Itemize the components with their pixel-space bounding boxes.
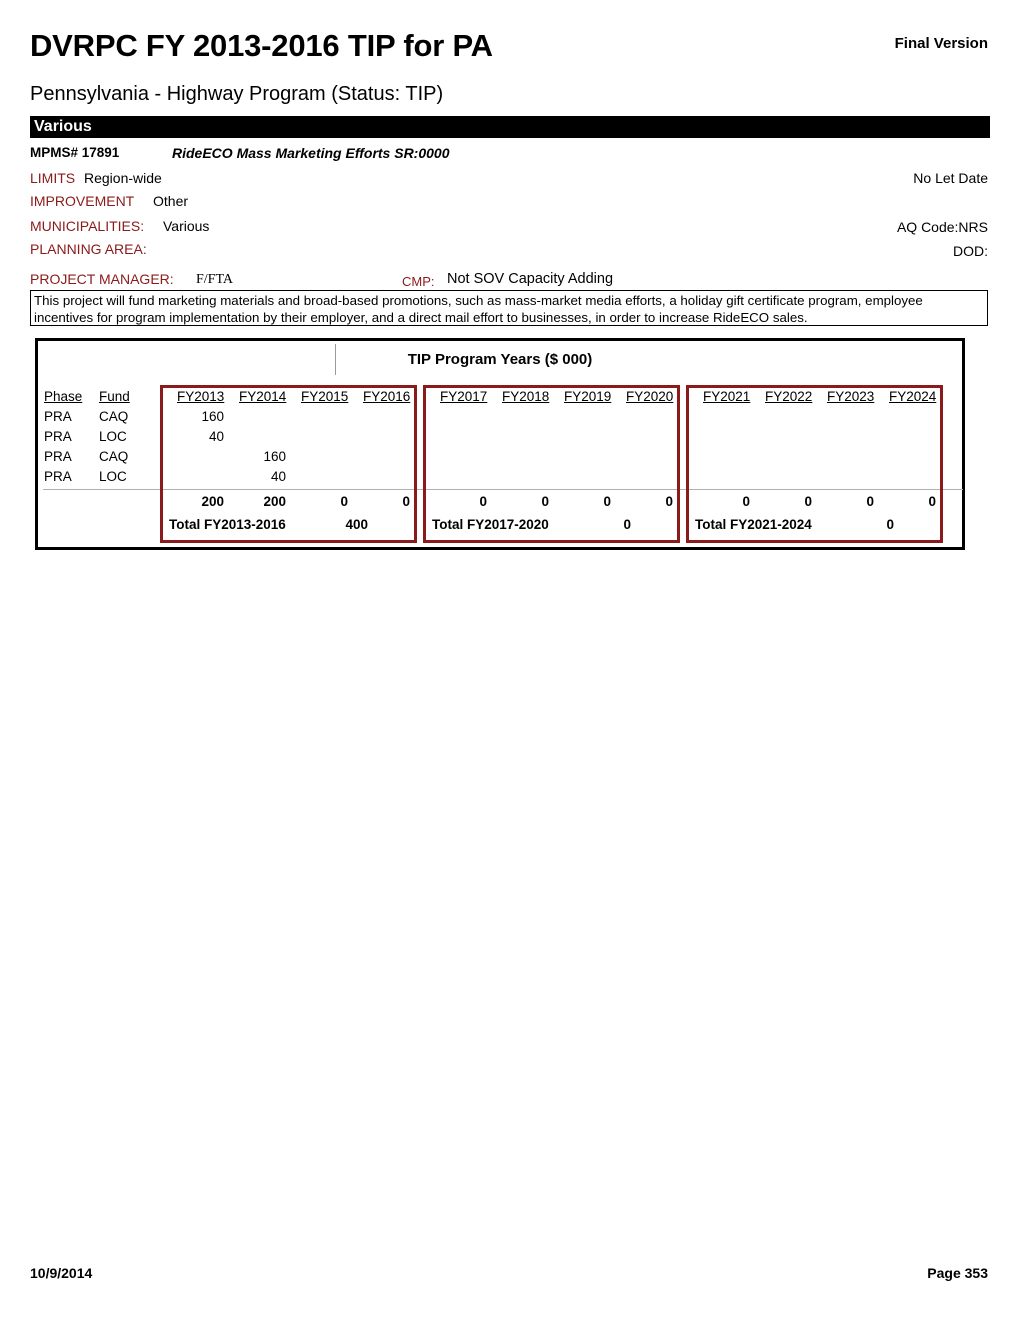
year-header: FY2013 [177,389,225,404]
footer-date: 10/9/2014 [30,1265,93,1281]
tip-program-years-table: TIP Program Years ($ 000) Phase Fund PRA… [35,338,965,550]
year-header: FY2023 [827,389,875,404]
year-header: FY2018 [502,389,550,404]
project-manager-label: PROJECT MANAGER: [30,271,174,287]
year-header: FY2017 [440,389,488,404]
table-row-phase: PRA [44,449,72,464]
table-row-fund: LOC [99,429,127,444]
year-total: 0 [541,494,549,509]
year-total: 0 [402,494,410,509]
mpms-number: MPMS# 17891 [30,145,120,160]
year-total: 0 [928,494,936,509]
year-total: 0 [603,494,611,509]
group-total-value: 0 [886,517,894,532]
table-row-fund: CAQ [99,449,129,464]
footer-page-number: Page 353 [927,1265,988,1281]
section-header-label: Various [34,118,92,135]
planning-area-label: PLANNING AREA: [30,241,147,257]
year-header: FY2014 [239,389,287,404]
version-label: Final Version [894,35,988,52]
year-header: FY2020 [626,389,674,404]
year-header: FY2016 [363,389,411,404]
document-page: DVRPC FY 2013-2016 TIP for PA Final Vers… [0,0,1020,1320]
page-title: DVRPC FY 2013-2016 TIP for PA [30,28,493,63]
year-total: 0 [742,494,750,509]
amount-cell: 160 [263,449,286,464]
group-total-value: 400 [345,517,368,532]
table-row-phase: PRA [44,409,72,424]
year-total: 200 [263,494,286,509]
amount-cell: 40 [270,469,286,484]
project-manager-value: F/FTA [196,272,234,287]
improvement-label: IMPROVEMENT [30,193,135,209]
amount-cell: 40 [208,429,224,444]
year-total: 0 [866,494,874,509]
tip-table-title: TIP Program Years ($ 000) [407,351,593,368]
table-row-phase: PRA [44,469,72,484]
table-row-phase: PRA [44,429,72,444]
cmp-value: Not SOV Capacity Adding [447,271,614,287]
phase-column-header: Phase [44,389,83,404]
limits-label: LIMITS [30,170,76,186]
amount-cell: 160 [201,409,224,424]
limits-value: Region-wide [84,170,162,186]
improvement-value: Other [153,193,189,209]
project-description-box: This project will fund marketing materia… [30,290,988,326]
year-total: 200 [201,494,224,509]
let-date-value: No Let Date [913,170,988,186]
section-header-bar: Various [30,116,990,138]
fund-column-header: Fund [99,389,130,404]
project-title: RideECO Mass Marketing Efforts SR:0000 [172,145,450,161]
year-header: FY2019 [564,389,612,404]
project-description-text: This project will fund marketing materia… [34,293,923,325]
municipalities-label: MUNICIPALITIES: [30,218,145,234]
municipalities-value: Various [163,218,210,234]
year-total: 0 [665,494,673,509]
year-header: FY2024 [889,389,937,404]
group-total-label: Total FY2013-2016 [169,517,286,532]
group-total-label: Total FY2021-2024 [695,517,812,532]
page-subtitle: Pennsylvania - Highway Program (Status: … [30,83,444,105]
year-header: FY2015 [301,389,349,404]
group-total-label: Total FY2017-2020 [432,517,549,532]
year-total: 0 [340,494,348,509]
year-total: 0 [804,494,812,509]
dod-value: DOD: [953,243,988,259]
table-row-fund: CAQ [99,409,129,424]
cmp-label: CMP: [402,274,435,289]
table-row-fund: LOC [99,469,127,484]
year-total: 0 [479,494,487,509]
year-header: FY2021 [703,389,751,404]
group-total-value: 0 [623,517,631,532]
aq-code-value: AQ Code:NRS [896,219,988,235]
year-header: FY2022 [765,389,813,404]
